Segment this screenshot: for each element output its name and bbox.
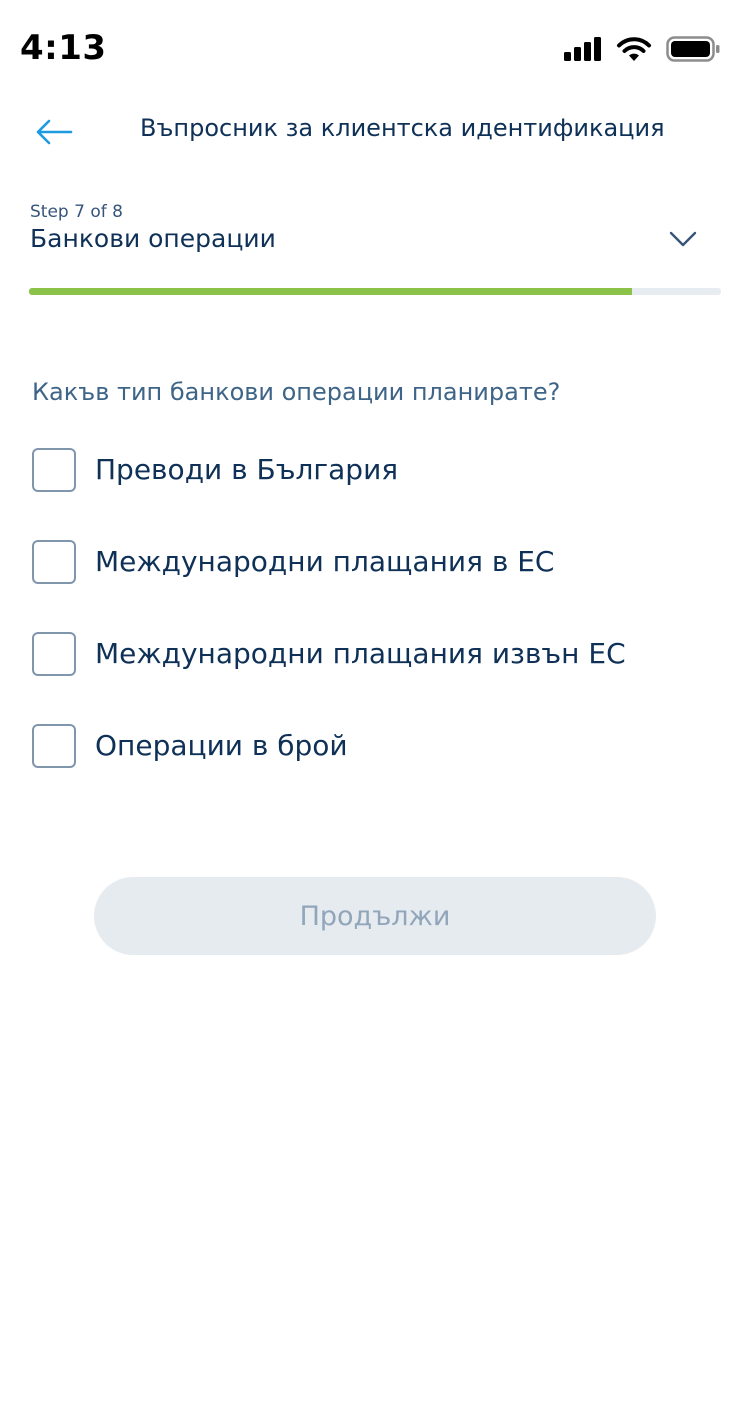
step-counter: Step 7 of 8 [30,202,123,222]
checkbox[interactable] [32,540,76,584]
option-label: Преводи в България [95,453,399,486]
option-cash-operations[interactable]: Операции в брой [32,724,626,816]
checkbox[interactable] [32,448,76,492]
checkbox[interactable] [32,632,76,676]
cellular-signal-icon [564,37,601,61]
status-time: 4:13 [20,28,107,68]
option-label: Операции в брой [95,729,348,762]
header: Въпросник за клиентска идентификация [0,100,750,164]
option-payments-outside-eu[interactable]: Международни плащания извън ЕС [32,632,626,724]
option-label: Международни плащания извън ЕС [95,637,626,670]
option-label: Международни плащания в ЕС [95,545,555,578]
page-title: Въпросник за клиентска идентификация [140,114,665,142]
progress-fill [29,288,633,295]
back-button[interactable] [30,112,78,152]
step-header[interactable]: Step 7 of 8 Банкови операции [30,202,720,253]
options-list: Преводи в България Международни плащания… [32,448,626,816]
battery-icon [666,36,720,62]
question-text: Какъв тип банкови операции планирате? [32,378,561,406]
checkbox[interactable] [32,724,76,768]
status-bar: 4:13 [0,0,750,100]
progress-bar [29,288,721,295]
arrow-left-icon [36,119,73,145]
continue-button[interactable]: Продължи [94,877,656,955]
wifi-icon [617,37,651,61]
chevron-down-icon[interactable] [668,226,698,250]
option-payments-eu[interactable]: Международни плащания в ЕС [32,540,626,632]
step-title: Банкови операции [30,224,276,253]
option-transfers-bulgaria[interactable]: Преводи в България [32,448,626,540]
status-icons [564,36,720,62]
